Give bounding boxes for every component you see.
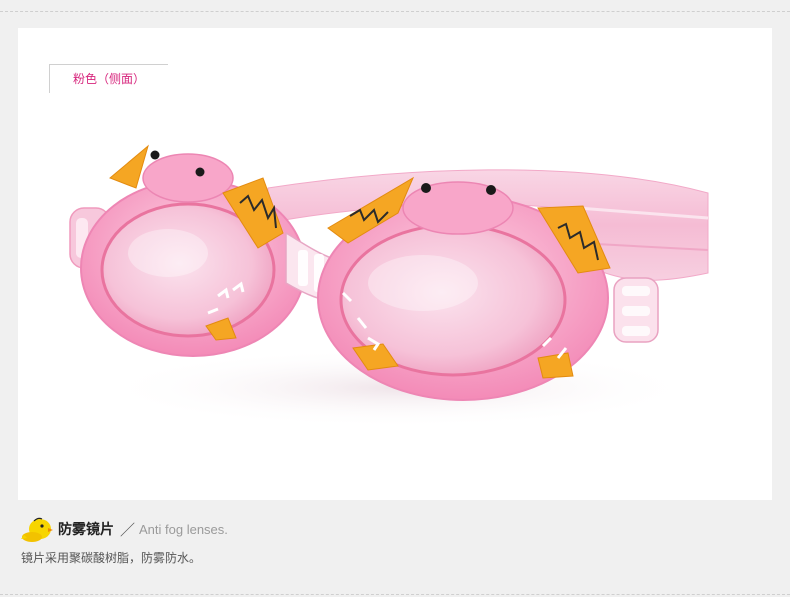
duck-mascot-icon bbox=[21, 517, 53, 542]
product-photo: 粉色（侧面） bbox=[18, 28, 772, 500]
feature-english-title: Anti fog lenses. bbox=[139, 521, 228, 537]
top-divider bbox=[0, 11, 790, 12]
feature-description: 镜片采用聚碳酸树脂，防雾防水。 bbox=[21, 551, 202, 565]
feature-separator: ／ bbox=[120, 521, 136, 539]
bottom-divider bbox=[0, 594, 790, 595]
feature-title: 防雾镜片 bbox=[58, 522, 114, 538]
feature-heading: 防雾镜片 ／ Anti fog lenses. bbox=[20, 515, 228, 543]
pink-crab-goggles-image bbox=[69, 144, 709, 428]
